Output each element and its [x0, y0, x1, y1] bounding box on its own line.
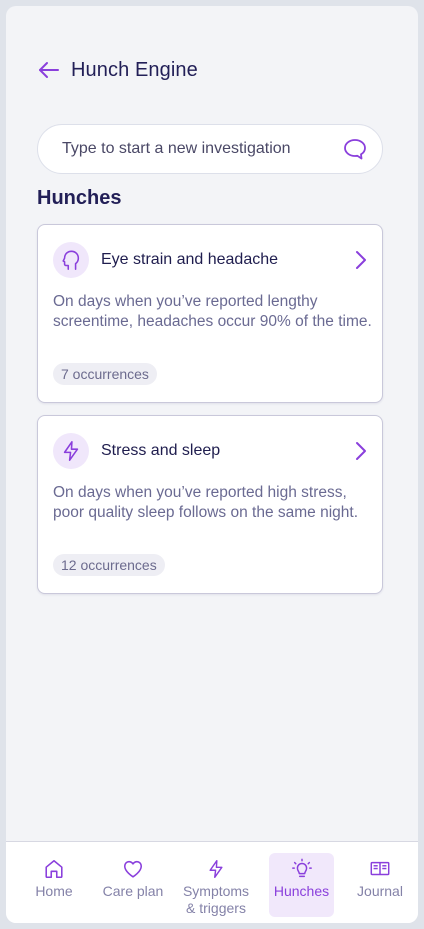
- hunch-card[interactable]: Stress and sleep On days when you’ve rep…: [37, 415, 383, 594]
- head-profile-icon: [62, 250, 80, 270]
- hunch-card-header: Eye strain and headache: [53, 242, 278, 278]
- chat-bubble-button[interactable]: [342, 136, 368, 162]
- device-frame: Hunch Engine Hunches Eye strain and head…: [0, 0, 424, 929]
- arrow-left-icon: [39, 62, 59, 78]
- page-header: Hunch Engine: [37, 58, 198, 82]
- search-input[interactable]: [62, 140, 342, 158]
- section-title: Hunches: [37, 187, 122, 209]
- tab-home[interactable]: Home: [28, 853, 80, 917]
- tab-label: Symptoms & triggers: [182, 883, 250, 916]
- hunch-card[interactable]: Eye strain and headache On days when you…: [37, 224, 383, 403]
- occurrences-badge: 7 occurrences: [53, 363, 157, 385]
- hunch-card-header: Stress and sleep: [53, 433, 220, 469]
- bottom-tab-bar: Home Care plan Symptoms & triggers Hunch…: [6, 841, 418, 923]
- app-screen: Hunch Engine Hunches Eye strain and head…: [6, 6, 418, 923]
- lightning-icon: [209, 859, 223, 879]
- tab-label: Journal: [357, 883, 403, 899]
- tab-symptoms-triggers[interactable]: Symptoms & triggers: [176, 853, 256, 917]
- investigation-search: [37, 124, 383, 174]
- chevron-right-icon: [352, 440, 370, 462]
- book-icon: [370, 861, 390, 876]
- hunch-description: On days when you’ve reported lengthy scr…: [53, 293, 372, 330]
- tab-label: Hunches: [273, 883, 330, 899]
- chevron-right-icon: [352, 249, 370, 271]
- hunch-icon-badge: [53, 433, 89, 469]
- tab-label: Home: [35, 883, 73, 899]
- tab-care-plan[interactable]: Care plan: [100, 853, 166, 917]
- heart-icon: [123, 860, 143, 878]
- hunch-title: Stress and sleep: [101, 442, 221, 459]
- lightning-icon: [63, 441, 79, 461]
- tab-journal[interactable]: Journal: [352, 853, 408, 917]
- home-icon: [45, 859, 63, 879]
- chat-bubble-icon: [344, 139, 366, 160]
- page-title: Hunch Engine: [71, 58, 198, 81]
- occurrences-badge: 12 occurrences: [53, 554, 165, 576]
- hunch-icon-badge: [53, 242, 89, 278]
- tab-label: Care plan: [102, 883, 164, 899]
- tab-hunches[interactable]: Hunches: [269, 853, 334, 917]
- hunch-title: Eye strain and headache: [101, 251, 279, 268]
- hunch-description: On days when you’ve reported high stress…: [53, 484, 359, 521]
- lightbulb-icon: [291, 858, 312, 878]
- back-button[interactable]: [37, 58, 61, 82]
